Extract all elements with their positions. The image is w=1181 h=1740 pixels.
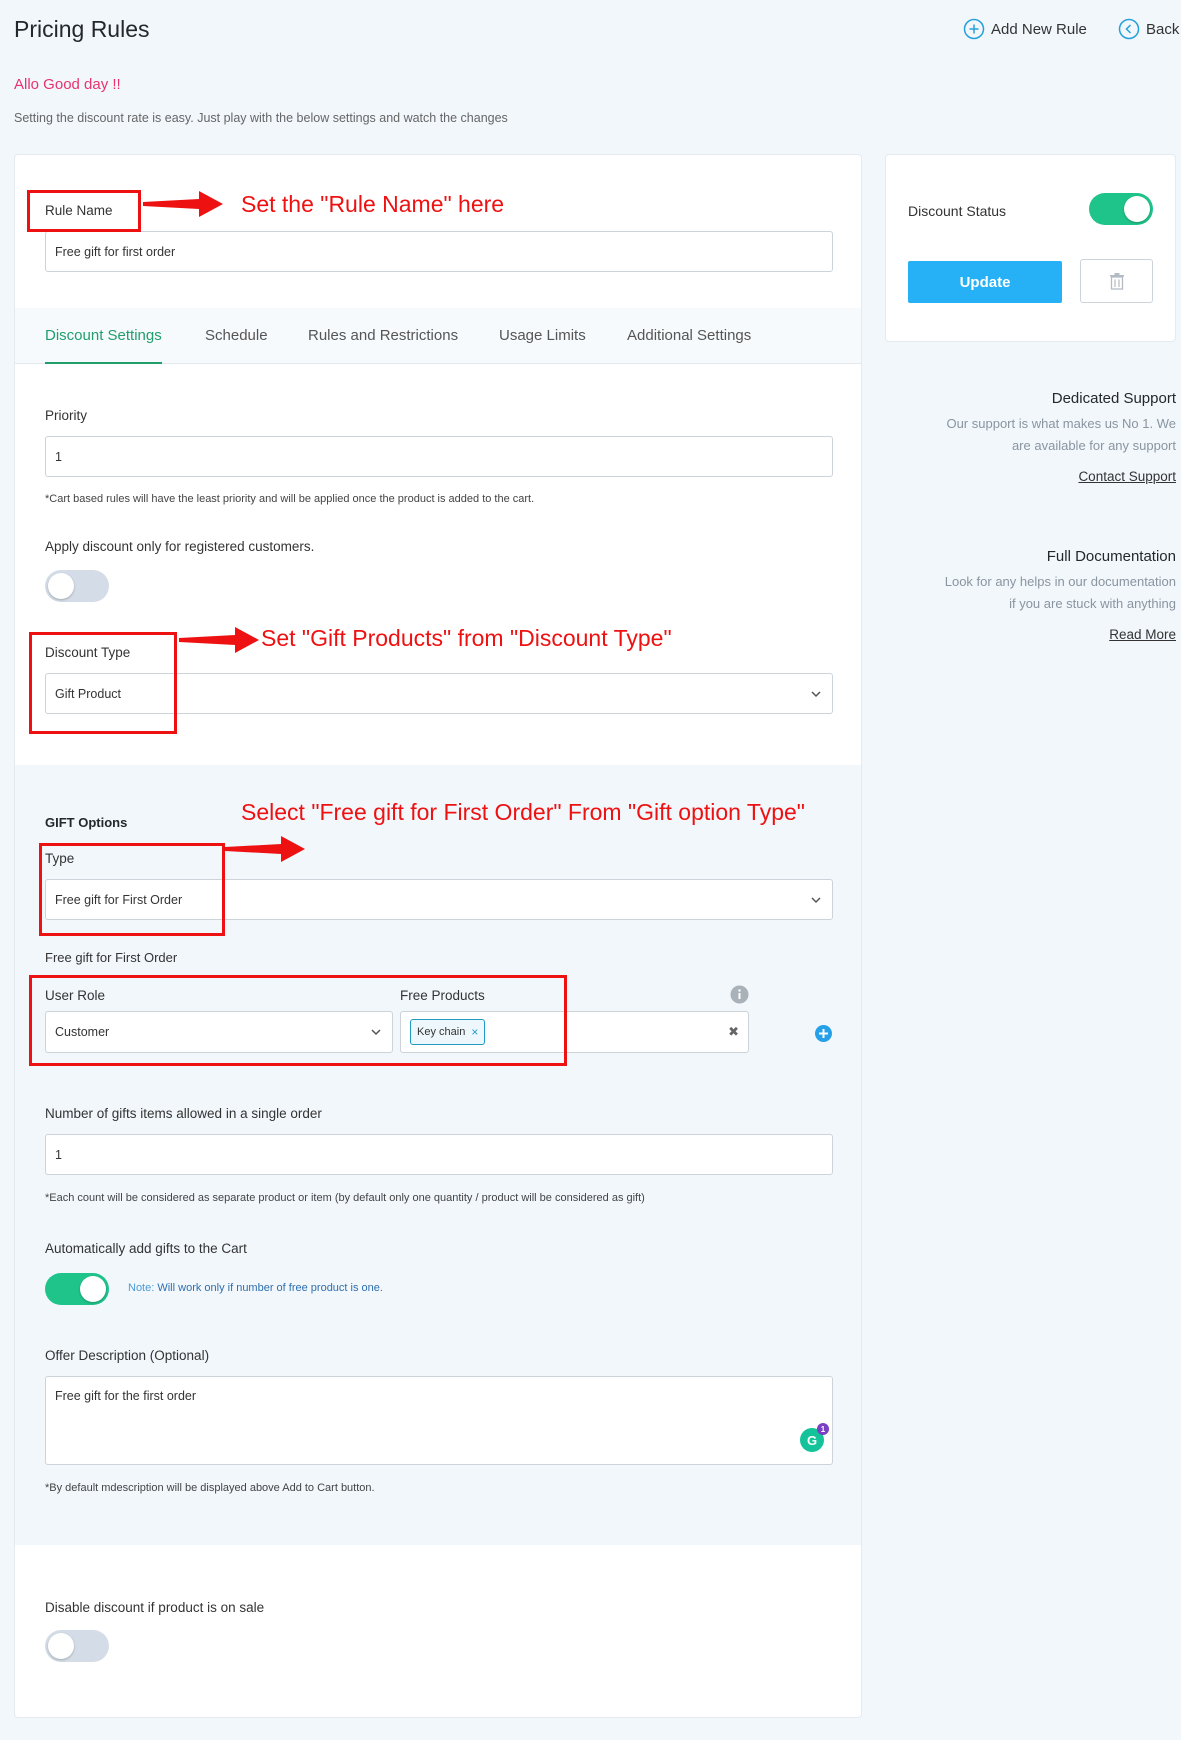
gifts-count-hint: *Each count will be considered as separa… [45, 1192, 645, 1204]
support-text: Our support is what makes us No 1. We ar… [946, 413, 1176, 457]
read-more-link[interactable]: Read More [1109, 627, 1176, 642]
greeting-text: Allo Good day !! [14, 76, 121, 93]
tab-rules-restrictions[interactable]: Rules and Restrictions [308, 308, 458, 364]
back-button[interactable]: Back [1118, 18, 1179, 40]
offer-description-label: Offer Description (Optional) [45, 1348, 210, 1363]
auto-add-note-prefix: Note: [128, 1282, 155, 1294]
free-gift-subheading: Free gift for First Order [45, 950, 178, 965]
settings-tabs: Discount Settings Schedule Rules and Res… [15, 308, 861, 364]
priority-hint: *Cart based rules will have the least pr… [45, 493, 535, 505]
priority-input[interactable]: 1 [45, 436, 833, 477]
contact-support-link[interactable]: Contact Support [1078, 469, 1176, 484]
discount-status-label: Discount Status [908, 203, 1007, 219]
offer-description-hint: *By default mdescription will be display… [45, 1482, 375, 1494]
gift-options-heading: GIFT Options [45, 815, 128, 830]
rule-name-input[interactable]: Free gift for first order [45, 231, 833, 272]
registered-only-label: Apply discount only for registered custo… [45, 539, 315, 554]
annotation-box-rule-name [27, 190, 141, 232]
annotation-gift-type: Select "Free gift for First Order" From … [241, 799, 805, 825]
back-arrow-icon [1118, 18, 1140, 40]
docs-title: Full Documentation [1046, 548, 1176, 565]
tab-schedule[interactable]: Schedule [205, 308, 268, 364]
annotation-discount-type: Set "Gift Products" from "Discount Type" [261, 625, 672, 651]
documentation-info: Full Documentation Look for any helps in… [945, 548, 1176, 644]
annotation-box-role-products [29, 975, 567, 1066]
rule-name-value: Free gift for first order [55, 244, 176, 259]
arrow-right-icon [225, 836, 305, 862]
rule-settings-card: Rule Name Free gift for first order Disc… [14, 154, 862, 1718]
annotation-rule-name: Set the "Rule Name" here [241, 191, 505, 217]
tab-usage-limits[interactable]: Usage Limits [499, 308, 586, 364]
tab-additional-settings[interactable]: Additional Settings [627, 308, 751, 364]
intro-text: Setting the discount rate is easy. Just … [14, 111, 508, 125]
auto-add-note: Note: Will work only if number of free p… [128, 1282, 383, 1294]
add-new-rule-label: Add New Rule [991, 20, 1087, 38]
docs-text: Look for any helps in our documentation … [945, 571, 1176, 615]
gifts-count-label: Number of gifts items allowed in a singl… [45, 1106, 322, 1121]
page-title: Pricing Rules [14, 16, 150, 42]
registered-only-toggle[interactable] [45, 570, 109, 602]
discount-status-card: Discount Status Update [885, 154, 1176, 342]
offer-description-textarea[interactable]: Free gift for the first order G 1 [45, 1376, 833, 1465]
docs-text-line: Look for any helps in our documentation [944, 574, 1176, 589]
delete-button[interactable] [1080, 259, 1153, 303]
add-row-icon[interactable] [815, 1025, 832, 1042]
chevron-down-icon [811, 896, 821, 903]
grammarly-icon[interactable]: G 1 [800, 1423, 829, 1452]
arrow-right-icon [143, 191, 223, 217]
chevron-down-icon [811, 690, 821, 697]
arrow-right-icon [179, 627, 259, 653]
gifts-count-input[interactable]: 1 [45, 1134, 833, 1175]
annotation-box-gift-type [39, 843, 225, 936]
support-text-line: are available for any support [1011, 438, 1176, 453]
priority-value: 1 [55, 449, 62, 464]
add-new-rule-button[interactable]: Add New Rule [963, 18, 1087, 40]
plus-circle-icon [963, 18, 985, 40]
discount-status-toggle[interactable] [1089, 193, 1153, 225]
support-info: Dedicated Support Our support is what ma… [946, 390, 1176, 486]
auto-add-label: Automatically add gifts to the Cart [45, 1241, 247, 1256]
trash-icon [1109, 273, 1124, 290]
annotation-box-discount-type [29, 632, 177, 734]
back-label: Back [1146, 20, 1180, 38]
auto-add-note-text: Will work only if number of free product… [157, 1282, 383, 1294]
support-text-line: Our support is what makes us No 1. We [946, 416, 1176, 431]
auto-add-toggle[interactable] [45, 1273, 109, 1305]
disable-on-sale-toggle[interactable] [45, 1630, 109, 1662]
tab-discount-settings[interactable]: Discount Settings [45, 308, 162, 364]
priority-label: Priority [45, 408, 88, 423]
gifts-count-value: 1 [55, 1147, 62, 1162]
update-button[interactable]: Update [908, 261, 1062, 303]
clear-icon[interactable]: ✖ [728, 1024, 739, 1040]
docs-text-line: if you are stuck with anything [1009, 596, 1176, 611]
offer-description-value: Free gift for the first order [55, 1389, 197, 1403]
grammarly-badge: 1 [817, 1423, 829, 1435]
disable-on-sale-label: Disable discount if product is on sale [45, 1600, 265, 1615]
info-icon[interactable] [730, 985, 749, 1004]
support-title: Dedicated Support [1051, 390, 1176, 407]
